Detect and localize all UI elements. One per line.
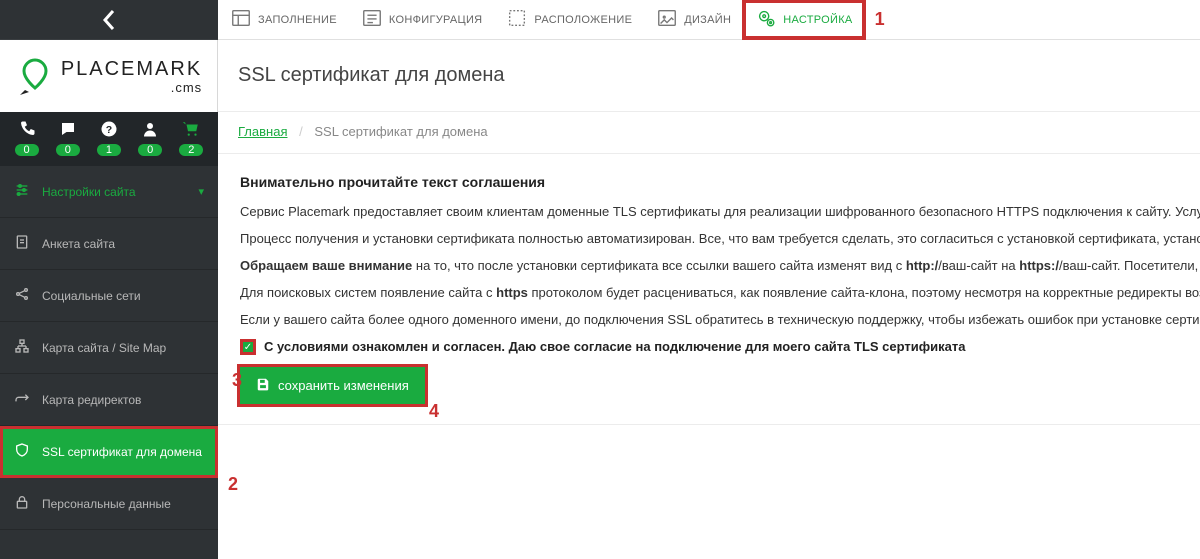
quick-cart[interactable]: 2 (172, 118, 210, 156)
sidebar-item-label: SSL сертификат для домена (42, 445, 204, 459)
tab-label: РАСПОЛОЖЕНИЕ (534, 14, 632, 26)
share-icon (14, 286, 42, 305)
sidebar-nav: Настройки сайта ▾ Анкета сайта Социальны… (0, 166, 218, 559)
callout-3: 3 (232, 370, 242, 391)
chat-badge: 0 (56, 144, 80, 156)
sidebar-item-label: Карта сайта / Site Map (42, 341, 204, 355)
tab-fill[interactable]: ЗАПОЛНЕНИЕ (218, 0, 349, 39)
tab-layout[interactable]: РАСПОЛОЖЕНИЕ (494, 0, 644, 39)
help-badge: 1 (97, 144, 121, 156)
sidebar-item-sitemap[interactable]: Карта сайта / Site Map (0, 322, 218, 374)
save-icon (256, 377, 270, 394)
gear-icon (755, 7, 777, 32)
chevron-down-icon: ▾ (198, 185, 204, 198)
tab-settings[interactable]: НАСТРОЙКА (743, 0, 864, 39)
sidebar-item-label: Социальные сети (42, 289, 204, 303)
panel-heading: Внимательно прочитайте текст соглашения (240, 174, 1178, 190)
cart-icon (182, 118, 200, 140)
agree-label: С условиями ознакомлен и согласен. Даю с… (264, 339, 965, 354)
page-title: SSL сертификат для домена (218, 40, 1200, 112)
tab-label: НАСТРОЙКА (783, 14, 852, 26)
fill-icon (230, 7, 252, 32)
breadcrumb: Главная / SSL сертификат для домена (218, 112, 1200, 153)
sidebar: PLACEMARK .cms 0 0 ? 1 0 (0, 0, 218, 559)
panel-p1: Сервис Placemark предоставляет своим кли… (240, 204, 1178, 219)
quick-chat[interactable]: 0 (49, 118, 87, 156)
quick-actions: 0 0 ? 1 0 2 (0, 112, 218, 166)
layout-icon (506, 7, 528, 32)
main: ЗАПОЛНЕНИЕ КОНФИГУРАЦИЯ РАСПОЛОЖЕНИЕ ДИЗ… (218, 0, 1200, 559)
agree-row: ✓ С условиями ознакомлен и согласен. Даю… (240, 339, 1178, 355)
sidebar-item-social[interactable]: Социальные сети (0, 270, 218, 322)
logo-text: PLACEMARK (61, 59, 202, 79)
chat-icon (59, 118, 77, 140)
content-panel: Внимательно прочитайте текст соглашения … (218, 153, 1200, 425)
save-button[interactable]: сохранить изменения (240, 367, 425, 404)
tab-label: ЗАПОЛНЕНИЕ (258, 14, 337, 26)
panel-p5: Если у вашего сайта более одного доменно… (240, 312, 1178, 327)
help-icon: ? (100, 118, 118, 140)
form-icon (14, 234, 42, 253)
back-button[interactable] (0, 0, 218, 40)
sliders-icon (14, 182, 42, 201)
quick-help[interactable]: ? 1 (90, 118, 128, 156)
save-button-label: сохранить изменения (278, 378, 409, 393)
logo-mark-icon (15, 56, 55, 96)
config-icon (361, 7, 383, 32)
callout-2: 2 (228, 474, 238, 495)
user-badge: 0 (138, 144, 162, 156)
logo[interactable]: PLACEMARK .cms (0, 40, 218, 112)
tab-configuration[interactable]: КОНФИГУРАЦИЯ (349, 0, 495, 39)
sidebar-item-label: Настройки сайта (42, 185, 198, 199)
sidebar-item-site-settings[interactable]: Настройки сайта ▾ (0, 166, 218, 218)
tab-label: ДИЗАЙН (684, 14, 731, 26)
cart-badge: 2 (179, 144, 203, 156)
lock-icon (14, 494, 42, 513)
breadcrumb-home[interactable]: Главная (238, 124, 287, 139)
sidebar-item-redirects[interactable]: Карта редиректов (0, 374, 218, 426)
sidebar-item-personal-data[interactable]: Персональные данные (0, 478, 218, 530)
sidebar-item-label: Карта редиректов (42, 393, 204, 407)
sidebar-item-ssl[interactable]: SSL сертификат для домена (0, 426, 218, 478)
breadcrumb-current: SSL сертификат для домена (314, 124, 487, 139)
callout-1: 1 (875, 9, 885, 30)
quick-phone[interactable]: 0 (8, 118, 46, 156)
chevron-left-icon (101, 8, 117, 32)
top-nav: ЗАПОЛНЕНИЕ КОНФИГУРАЦИЯ РАСПОЛОЖЕНИЕ ДИЗ… (218, 0, 1200, 40)
svg-text:?: ? (106, 124, 112, 136)
panel-p3: Обращаем ваше внимание на то, что после … (240, 258, 1178, 273)
panel-p2: Процесс получения и установки сертификат… (240, 231, 1178, 246)
phone-icon (18, 118, 36, 140)
tab-label: КОНФИГУРАЦИЯ (389, 14, 483, 26)
phone-badge: 0 (15, 144, 39, 156)
sidebar-item-label: Персональные данные (42, 497, 204, 511)
sitemap-icon (14, 338, 42, 357)
user-icon (141, 118, 159, 140)
shield-icon (14, 442, 42, 461)
sidebar-item-site-form[interactable]: Анкета сайта (0, 218, 218, 270)
quick-user[interactable]: 0 (131, 118, 169, 156)
agree-checkbox[interactable]: ✓ (240, 339, 256, 355)
panel-p4: Для поисковых систем появление сайта с h… (240, 285, 1178, 300)
tab-design[interactable]: ДИЗАЙН (644, 0, 743, 39)
redirect-icon (14, 390, 42, 409)
logo-subtext: .cms (61, 81, 202, 94)
callout-4: 4 (429, 401, 439, 422)
breadcrumb-sep: / (299, 124, 303, 139)
design-icon (656, 7, 678, 32)
sidebar-item-label: Анкета сайта (42, 237, 204, 251)
